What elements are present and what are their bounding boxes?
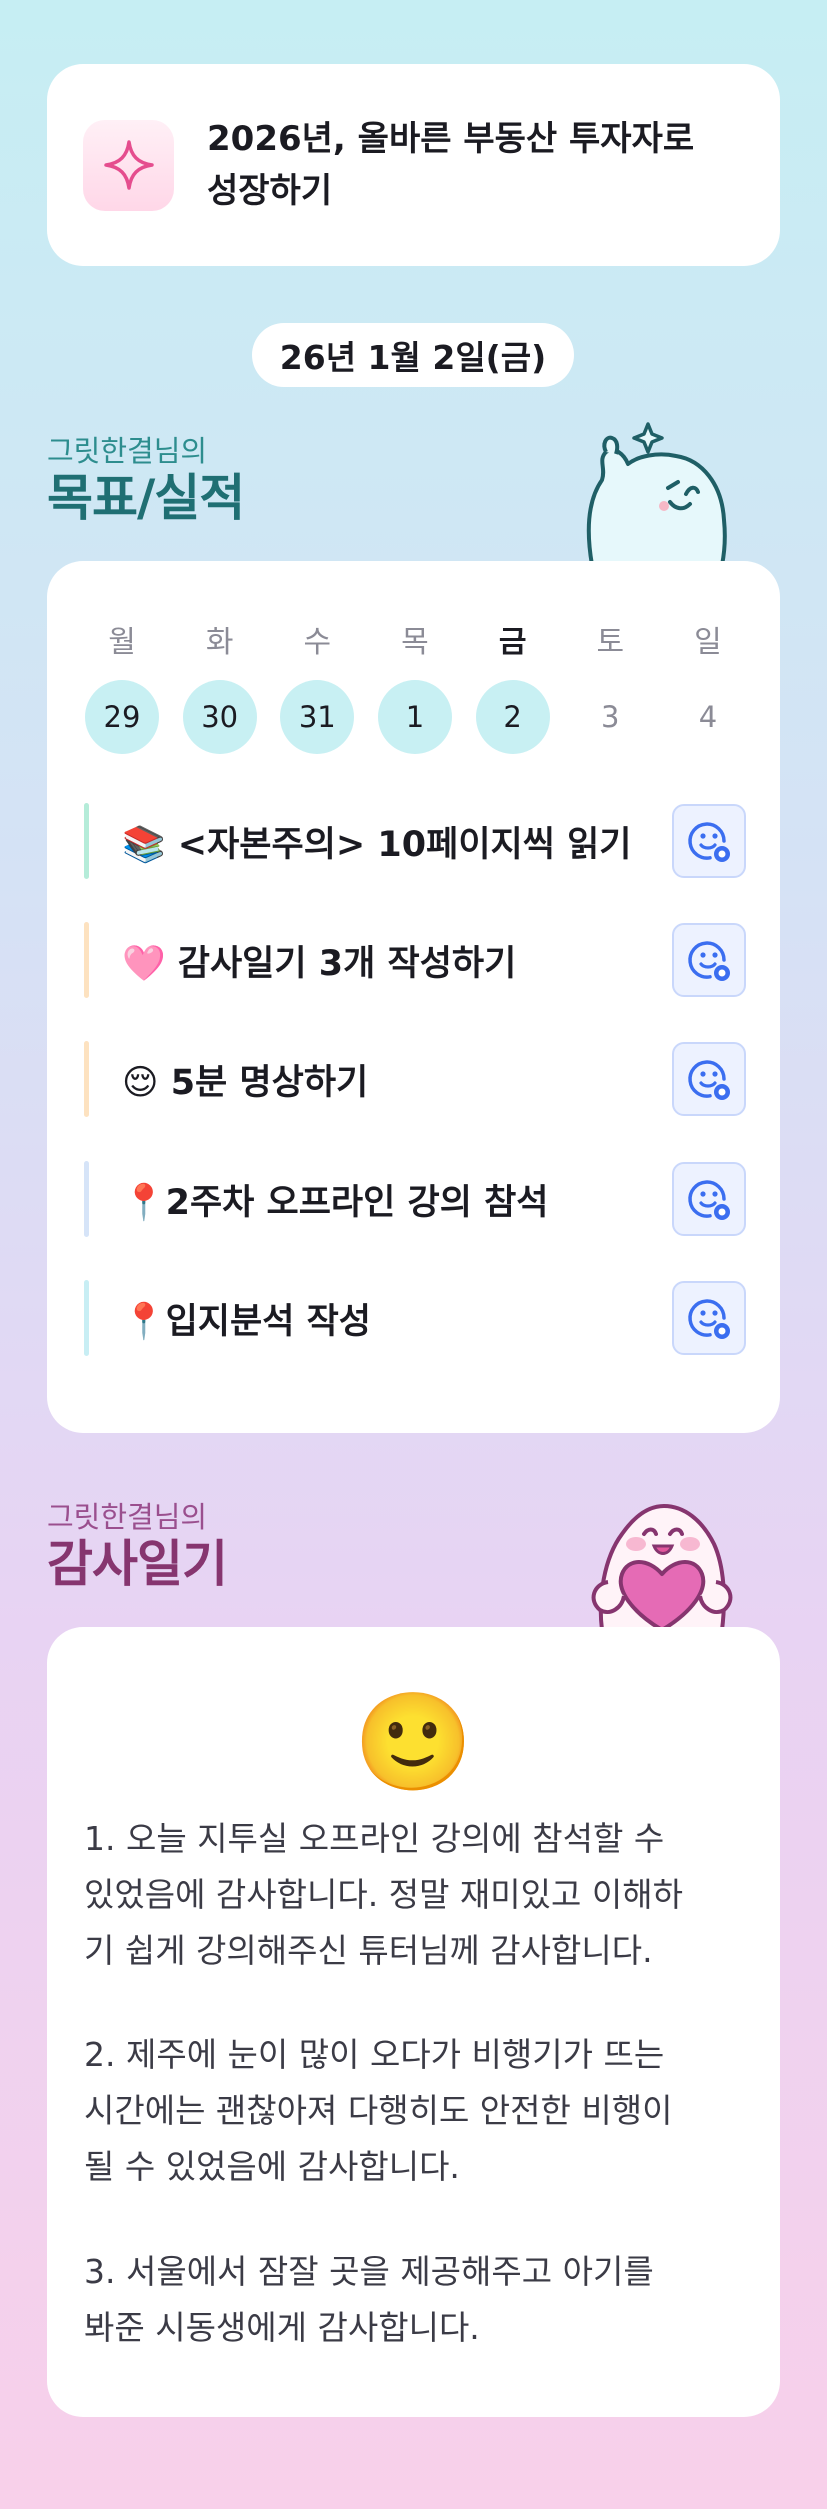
weekday-label: 일: [694, 625, 722, 660]
task-label: 🩷 감사일기 3개 작성하기: [122, 935, 672, 986]
task-color-bar: [84, 803, 89, 879]
task-text: 감사일기 3개 작성하기: [177, 943, 517, 984]
goals-section-title: 목표/실적: [47, 469, 245, 527]
weekday-label-today: 금: [498, 625, 527, 660]
journal-entry-line: 기 쉽게 강의해주신 튜터님께 감사합니다.: [84, 1931, 653, 1970]
goal-title: 2026년, 올바른 부동산 투자자로 성장하기: [207, 119, 695, 211]
task-item[interactable]: 📚 <자본주의> 10페이지씩 읽기: [84, 803, 746, 879]
journal-entry-line: 있었음에 감사합니다. 정말 재미있고 이해하: [84, 1875, 683, 1914]
week-day-row: 29 30 31 1 2 3 4: [85, 680, 745, 754]
journal-entry-line: 1. 오늘 지투실 오프라인 강의에 참석할 수: [84, 1819, 665, 1858]
task-label: 📍2주차 오프라인 강의 참석: [122, 1174, 672, 1225]
weekday-label: 토: [596, 625, 625, 660]
add-reaction-icon: [688, 1299, 730, 1339]
task-text: 5분 명상하기: [170, 1062, 369, 1103]
journal-entry-line: 봐준 시동생에게 감사합니다.: [84, 2308, 480, 2347]
journal-entry-line: 될 수 있었음에 감사합니다.: [84, 2147, 460, 2186]
day-4[interactable]: 4: [671, 680, 745, 754]
day-2[interactable]: 2: [475, 680, 550, 754]
add-reaction-button[interactable]: [672, 804, 746, 878]
day-1[interactable]: 1: [377, 680, 452, 754]
journal-entry: 2. 제주에 눈이 많이 오다가 비행기가 뜨는 시간에는 괜찮아져 다행히도 …: [84, 2027, 754, 2195]
task-color-bar: [84, 922, 89, 998]
add-reaction-button[interactable]: [672, 1162, 746, 1236]
task-text: 입지분석 작성: [165, 1301, 371, 1342]
goals-card: 월 화 수 목 금 토 일 29 30 31 1 2 3 4 📚 <자본주의> …: [47, 561, 780, 1433]
thanks-section-title: 감사일기: [47, 1535, 228, 1593]
journal-entry-line: 2. 제주에 눈이 많이 오다가 비행기가 뜨는: [84, 2035, 665, 2074]
heart-mascot-icon: [591, 1504, 733, 1630]
task-emoji: 😌: [122, 1062, 159, 1103]
add-reaction-button[interactable]: [672, 923, 746, 997]
task-item[interactable]: 🩷 감사일기 3개 작성하기: [84, 922, 746, 998]
task-emoji: 📚: [122, 824, 166, 865]
task-label: 😌 5분 명상하기: [122, 1054, 672, 1105]
thumbs-up-mascot-icon: [586, 422, 727, 565]
task-item[interactable]: 📍입지분석 작성: [84, 1280, 746, 1356]
task-text: <자본주의> 10페이지씩 읽기: [177, 824, 632, 865]
sparkle-icon: [83, 119, 174, 211]
mood-emoji: 🙂: [353, 1686, 474, 1798]
journal-entry-line: 시간에는 괜찮아져 다행히도 안전한 비행이: [84, 2091, 673, 2130]
task-emoji: 🩷: [122, 943, 166, 984]
add-reaction-icon: [688, 1060, 730, 1100]
weekday-label: 화: [205, 625, 234, 660]
add-reaction-icon: [688, 941, 730, 981]
task-color-bar: [84, 1161, 89, 1237]
task-item[interactable]: 😌 5분 명상하기: [84, 1041, 746, 1117]
task-color-bar: [84, 1041, 89, 1117]
weekday-header: 월 화 수 목 금 토 일: [85, 617, 745, 661]
add-reaction-button[interactable]: [672, 1281, 746, 1355]
journal-entry: 1. 오늘 지투실 오프라인 강의에 참석할 수 있었음에 감사합니다. 정말 …: [84, 1811, 754, 1979]
task-label: 📍입지분석 작성: [122, 1293, 672, 1344]
task-item[interactable]: 📍2주차 오프라인 강의 참석: [84, 1161, 746, 1237]
date-pill[interactable]: 26년 1월 2일(금): [252, 323, 574, 387]
add-reaction-icon: [688, 1180, 730, 1220]
weekday-label: 월: [108, 625, 136, 660]
day-29[interactable]: 29: [85, 680, 159, 754]
weekday-label: 목: [401, 625, 429, 660]
weekday-label: 수: [303, 625, 332, 660]
day-30[interactable]: 30: [182, 680, 257, 754]
add-reaction-button[interactable]: [672, 1042, 746, 1116]
gratitude-journal-card: 🙂 1. 오늘 지투실 오프라인 강의에 참석할 수 있었음에 감사합니다. 정…: [47, 1627, 780, 2417]
task-text: 2주차 오프라인 강의 참석: [165, 1182, 549, 1223]
task-label: 📚 <자본주의> 10페이지씩 읽기: [122, 816, 672, 867]
task-color-bar: [84, 1280, 89, 1356]
goal-card[interactable]: 2026년, 올바른 부동산 투자자로 성장하기: [47, 64, 780, 266]
journal-entry-line: 3. 서울에서 잠잘 곳을 제공해주고 아기를: [84, 2252, 654, 2291]
day-31[interactable]: 31: [280, 680, 355, 754]
task-emoji: 📍: [122, 1301, 166, 1342]
journal-entry: 3. 서울에서 잠잘 곳을 제공해주고 아기를 봐준 시동생에게 감사합니다.: [84, 2244, 754, 2356]
day-3[interactable]: 3: [573, 680, 647, 754]
task-emoji: 📍: [122, 1182, 166, 1223]
add-reaction-icon: [688, 822, 730, 862]
